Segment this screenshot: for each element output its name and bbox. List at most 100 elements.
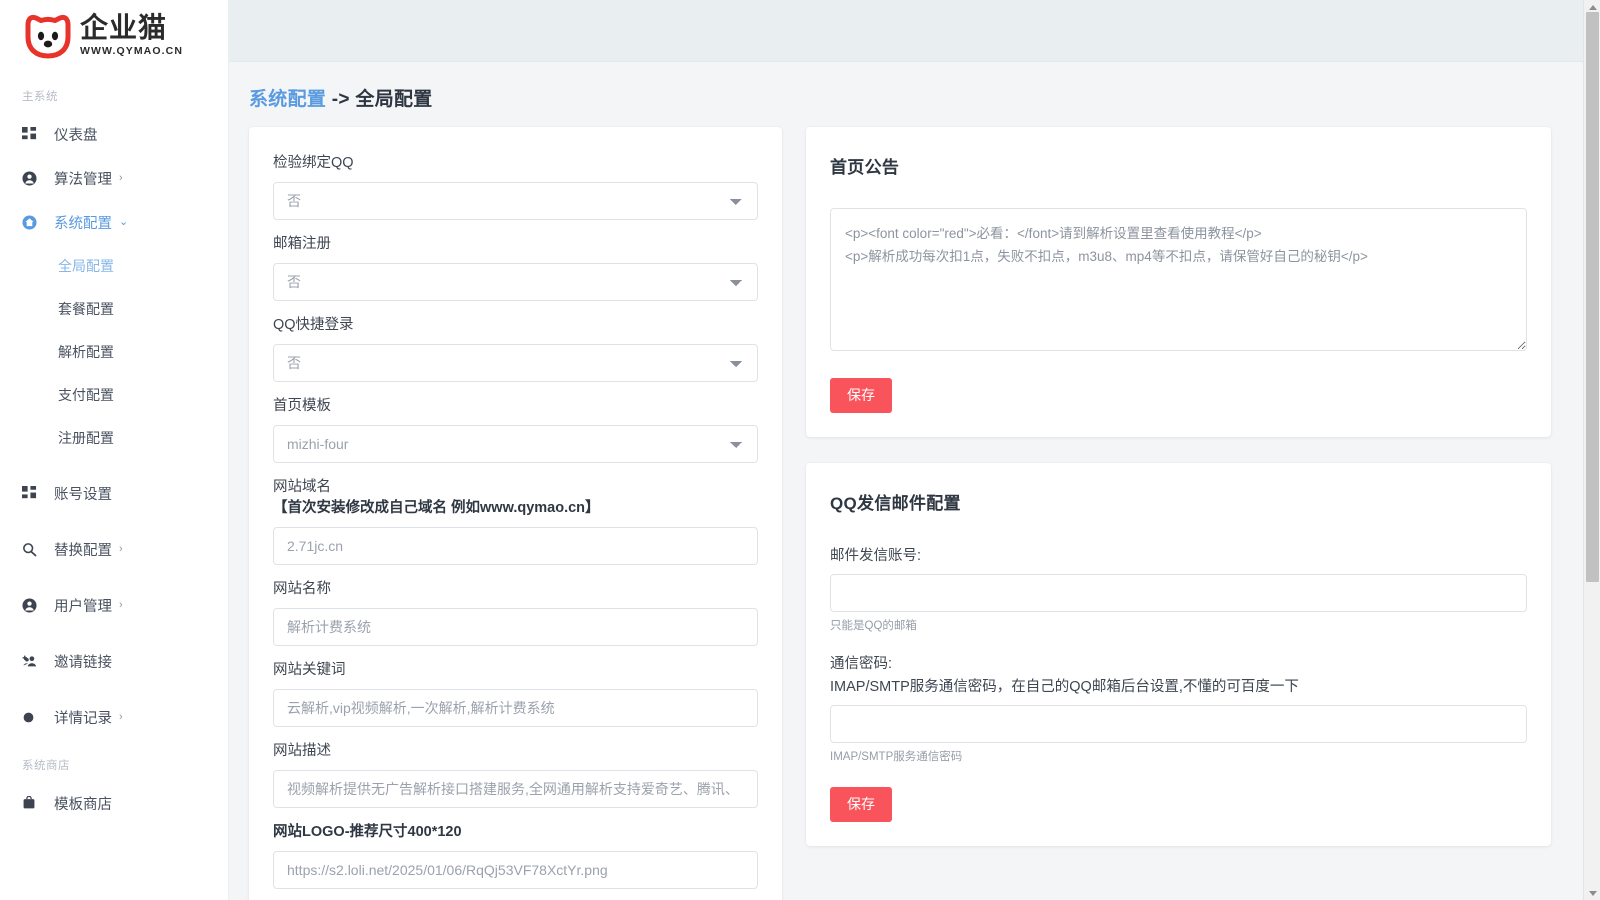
global-config-card: 检验绑定QQ 否 邮箱注册 否 QQ快捷登录 <box>249 127 782 900</box>
sidebar-subitem-label: 支付配置 <box>58 385 114 405</box>
field-verify-bind-qq: 检验绑定QQ 否 <box>273 153 758 220</box>
announcement-card-title: 首页公告 <box>830 153 1527 178</box>
site-name-input[interactable] <box>273 608 758 646</box>
qq-quick-login-select[interactable]: 否 <box>273 344 758 382</box>
breadcrumb: 系统配置 -> 全局配置 <box>239 62 1578 127</box>
mail-password-group: 通信密码: IMAP/SMTP服务通信密码，在自己的QQ邮箱后台设置,不懂的可百… <box>830 652 1527 765</box>
brand-logo[interactable]: 企业猫 WWW.QYMAO.CN <box>0 0 228 70</box>
field-label-text: 网站域名 <box>273 479 331 495</box>
field-site-domain: 网站域名 【首次安装修改成自己域名 例如www.qymao.cn】 <box>273 477 758 565</box>
field-label: 网站关键词 <box>273 660 758 681</box>
sidebar-item-dashboard[interactable]: 仪表盘 <box>0 112 228 156</box>
sidebar-item-replace-config[interactable]: 替换配置 › <box>0 527 228 571</box>
sidebar-item-label: 算法管理 <box>54 168 112 189</box>
chevron-down-icon: ⌄ <box>119 217 128 228</box>
site-logo-input[interactable] <box>273 851 758 889</box>
home-circle-icon <box>22 213 44 231</box>
sidebar-item-account-settings[interactable]: 账号设置 <box>0 471 228 515</box>
columns: 检验绑定QQ 否 邮箱注册 否 QQ快捷登录 <box>239 127 1578 900</box>
brand-url: WWW.QYMAO.CN <box>80 46 183 57</box>
field-label: QQ快捷登录 <box>273 315 758 336</box>
mail-account-input[interactable] <box>830 574 1527 612</box>
sidebar-subitem-global-config[interactable]: 全局配置 <box>0 244 228 287</box>
announcement-textarea[interactable]: <p><font color="red">必看：</font>请到解析设置里查看… <box>830 208 1527 351</box>
add-user-icon <box>22 652 44 670</box>
sidebar-item-detail-records[interactable]: 详情记录 › <box>0 695 228 739</box>
mail-account-label: 邮件发信账号: <box>830 544 1527 565</box>
sidebar-subitem-package-config[interactable]: 套餐配置 <box>0 287 228 330</box>
site-description-input[interactable] <box>273 770 758 808</box>
breadcrumb-current: 全局配置 <box>355 89 432 110</box>
dashboard-grid-icon <box>22 125 44 143</box>
verify-bind-qq-select[interactable]: 否 <box>273 182 758 220</box>
field-email-register: 邮箱注册 否 <box>273 234 758 301</box>
chevron-right-icon: › <box>119 600 123 611</box>
mail-password-label-line2: IMAP/SMTP服务通信密码，在自己的QQ邮箱后台设置,不懂的可百度一下 <box>830 675 1527 696</box>
sidebar-item-template-store[interactable]: 模板商店 <box>0 781 228 825</box>
sidebar-subitem-payment-config[interactable]: 支付配置 <box>0 373 228 416</box>
sidebar-item-invite-link[interactable]: 邀请链接 <box>0 639 228 683</box>
nav-section-main-title: 主系统 <box>0 70 228 112</box>
qq-mail-card-title: QQ发信邮件配置 <box>830 489 1527 514</box>
left-column: 检验绑定QQ 否 邮箱注册 否 QQ快捷登录 <box>249 127 782 900</box>
sidebar-subitem-label: 解析配置 <box>58 342 114 362</box>
topbar <box>229 0 1600 62</box>
sidebar-subitem-label: 套餐配置 <box>58 299 114 319</box>
breadcrumb-parent[interactable]: 系统配置 <box>249 89 326 110</box>
field-site-description: 网站描述 <box>273 741 758 808</box>
mail-account-group: 邮件发信账号: 只能是QQ的邮箱 <box>830 544 1527 634</box>
announcement-card: 首页公告 <p><font color="red">必看：</font>请到解析… <box>806 127 1551 437</box>
field-site-keywords: 网站关键词 <box>273 660 758 727</box>
sidebar: 企业猫 WWW.QYMAO.CN 主系统 仪表盘 算法管理 › 系统配置 <box>0 0 229 900</box>
sidebar-item-label: 模板商店 <box>54 793 112 814</box>
field-label: 邮箱注册 <box>273 234 758 255</box>
site-domain-input[interactable] <box>273 527 758 565</box>
user-circle-icon <box>22 169 44 187</box>
sidebar-item-system-config[interactable]: 系统配置 ⌄ <box>0 200 228 244</box>
field-qq-quick-login: QQ快捷登录 否 <box>273 315 758 382</box>
page-scrollbar[interactable] <box>1583 0 1600 900</box>
qq-mail-card: QQ发信邮件配置 邮件发信账号: 只能是QQ的邮箱 通信密码: IMAP/SMT… <box>806 463 1551 846</box>
sidebar-item-label: 替换配置 <box>54 539 112 560</box>
scroll-down-arrow-icon[interactable] <box>1584 886 1600 900</box>
page-content: 系统配置 -> 全局配置 检验绑定QQ 否 邮箱注册 <box>229 62 1600 900</box>
right-column: 首页公告 <p><font color="red">必看：</font>请到解析… <box>806 127 1551 846</box>
cat-logo-icon <box>22 11 74 59</box>
sidebar-item-algorithm[interactable]: 算法管理 › <box>0 156 228 200</box>
app-root: 企业猫 WWW.QYMAO.CN 主系统 仪表盘 算法管理 › 系统配置 <box>0 0 1600 900</box>
nav-section-store-title: 系统商店 <box>0 739 228 781</box>
field-site-name: 网站名称 <box>273 579 758 646</box>
sidebar-item-label: 账号设置 <box>54 483 112 504</box>
brand-name: 企业猫 <box>80 14 183 42</box>
mail-save-button[interactable]: 保存 <box>830 787 892 822</box>
mail-password-help: IMAP/SMTP服务通信密码 <box>830 749 1527 765</box>
field-label: 检验绑定QQ <box>273 153 758 174</box>
bag-icon <box>22 794 44 812</box>
sidebar-subitem-label: 注册配置 <box>58 428 114 448</box>
field-label: 网站描述 <box>273 741 758 762</box>
home-template-select[interactable]: mizhi-four <box>273 425 758 463</box>
field-site-logo: 网站LOGO-推荐尺寸400*120 <box>273 822 758 889</box>
sidebar-item-label: 用户管理 <box>54 595 112 616</box>
user-circle-icon <box>22 596 44 614</box>
sidebar-subitem-register-config[interactable]: 注册配置 <box>0 416 228 459</box>
main-area: 系统配置 -> 全局配置 检验绑定QQ 否 邮箱注册 <box>229 0 1600 900</box>
sidebar-item-label: 仪表盘 <box>54 124 98 145</box>
field-home-template: 首页模板 mizhi-four <box>273 396 758 463</box>
sidebar-subitem-parse-config[interactable]: 解析配置 <box>0 330 228 373</box>
mail-password-input[interactable] <box>830 705 1527 743</box>
chevron-right-icon: › <box>119 173 123 184</box>
scrollbar-thumb[interactable] <box>1586 12 1599 582</box>
email-register-select[interactable]: 否 <box>273 263 758 301</box>
dot-circle-icon <box>22 708 44 726</box>
breadcrumb-separator: -> <box>326 89 355 110</box>
chevron-right-icon: › <box>119 712 123 723</box>
field-label-hint: 【首次安装修改成自己域名 例如www.qymao.cn】 <box>273 498 758 519</box>
search-icon <box>22 540 44 558</box>
sidebar-item-user-management[interactable]: 用户管理 › <box>0 583 228 627</box>
announcement-save-button[interactable]: 保存 <box>830 378 892 413</box>
site-keywords-input[interactable] <box>273 689 758 727</box>
sidebar-item-label: 详情记录 <box>54 707 112 728</box>
sidebar-item-label: 邀请链接 <box>54 651 112 672</box>
field-label: 首页模板 <box>273 396 758 417</box>
